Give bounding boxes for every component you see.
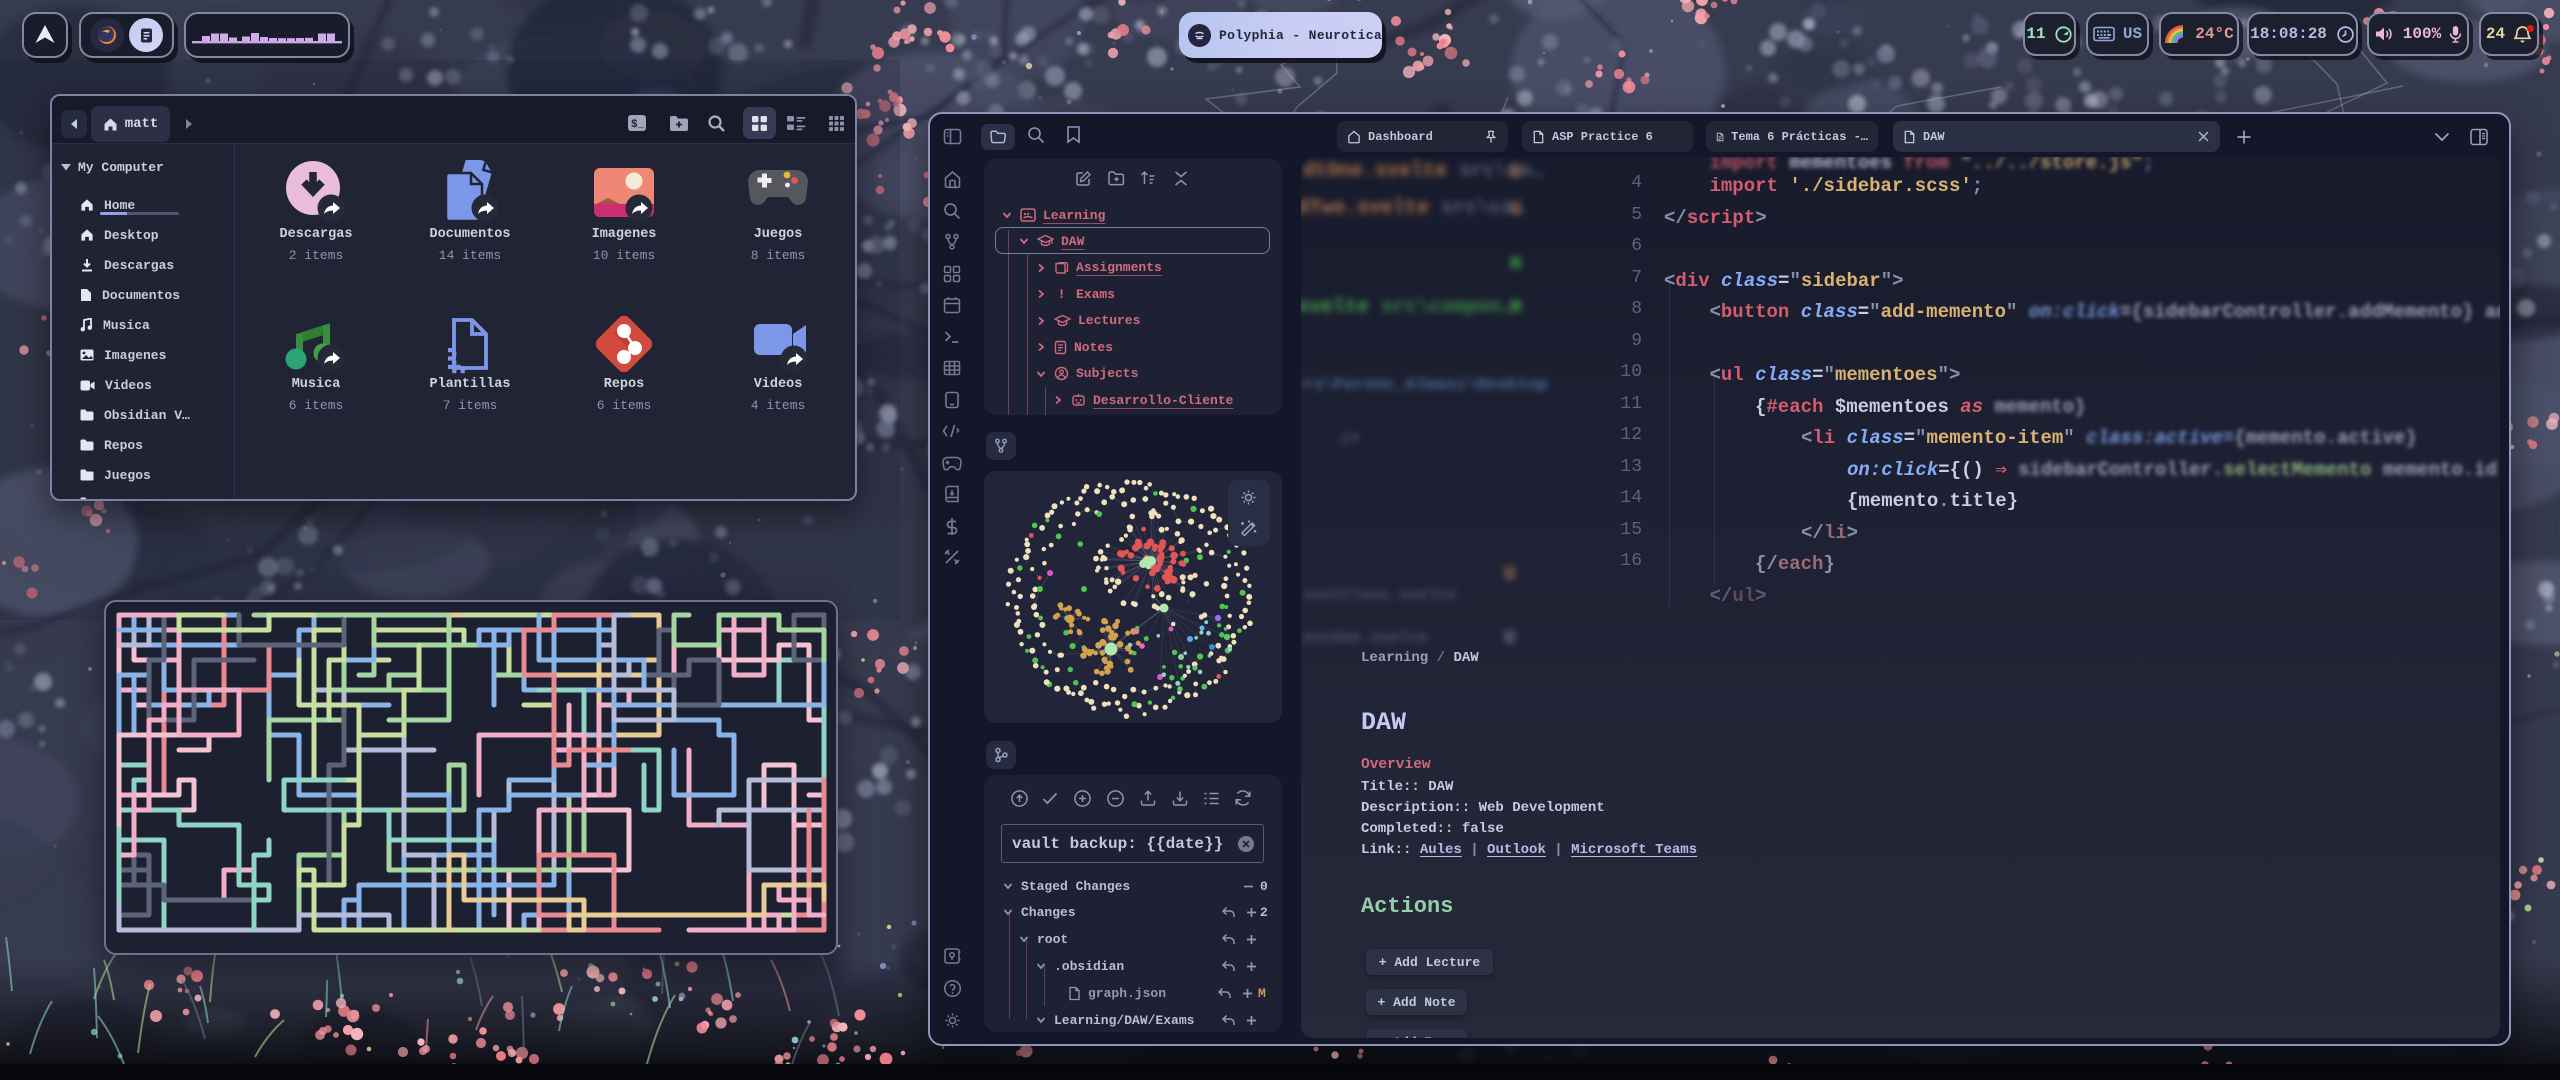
svg-text:$_: $_ <box>631 119 645 131</box>
